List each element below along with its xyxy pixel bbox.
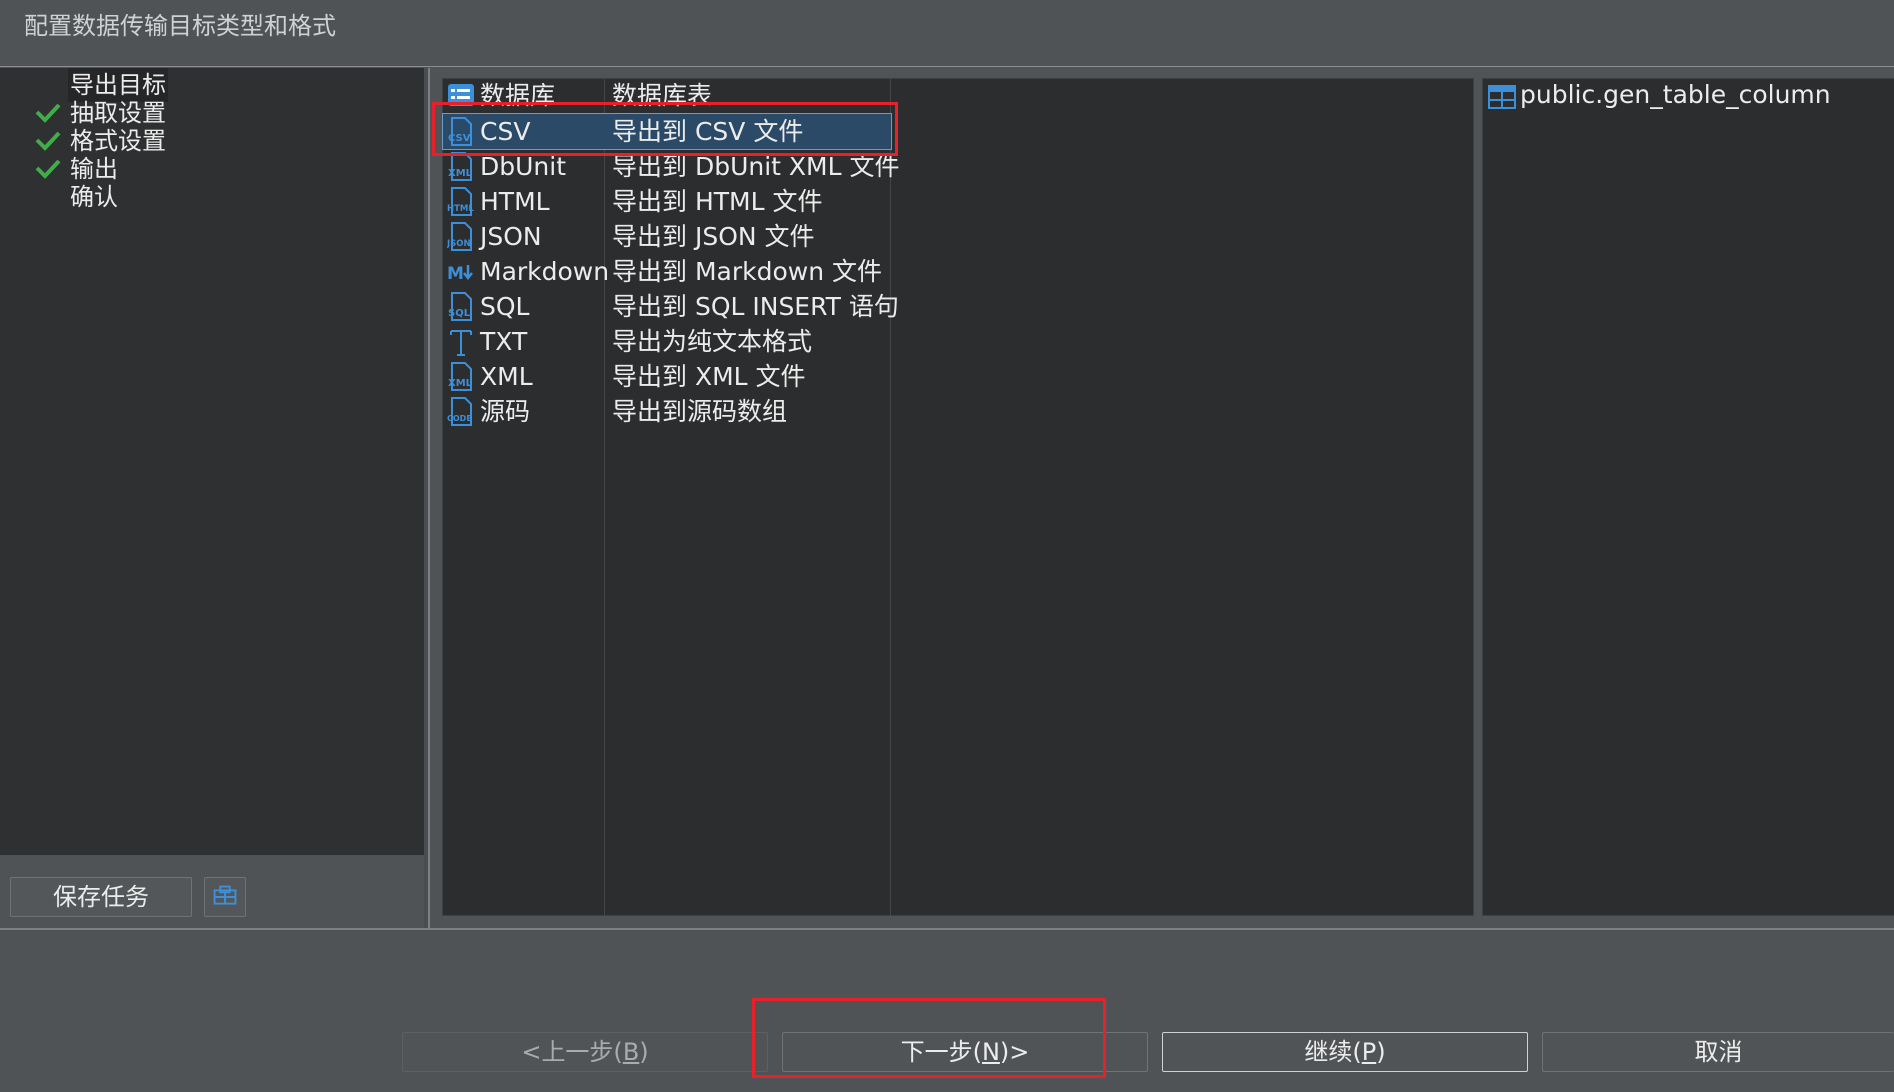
- text-icon: [450, 330, 472, 356]
- format-name: DbUnit: [480, 152, 567, 181]
- format-row-database[interactable]: 数据库 数据库表: [443, 78, 891, 113]
- format-description: 导出为纯文本格式: [612, 327, 813, 356]
- steps-panel: 导出目标 抽取设置 格式设置 输出 确认: [0, 68, 424, 855]
- format-row-source-code[interactable]: CODE 源码 导出到源码数组: [443, 394, 891, 429]
- format-row-sql[interactable]: SQL SQL 导出到 SQL INSERT 语句: [443, 289, 899, 324]
- next-button[interactable]: 下一步(N)>: [782, 1032, 1148, 1072]
- json-file-icon: JSON: [447, 222, 472, 251]
- format-name: JSON: [480, 222, 542, 251]
- svg-text:CSV: CSV: [448, 133, 471, 144]
- svg-text:SQL: SQL: [448, 308, 471, 319]
- format-description: 导出到 CSV 文件: [612, 117, 804, 146]
- format-row-dbunit[interactable]: XML DbUnit 导出到 DbUnit XML 文件: [443, 149, 899, 184]
- svg-text:M: M: [447, 264, 464, 284]
- xml-file-icon: XML: [448, 152, 473, 181]
- format-name: XML: [480, 362, 533, 391]
- format-description: 导出到源码数组: [612, 397, 788, 426]
- html-file-icon: HTML: [447, 187, 474, 216]
- step-confirm[interactable]: 确认: [0, 180, 420, 214]
- previous-button[interactable]: <上一步(B): [402, 1032, 768, 1072]
- checkmark-icon: [35, 103, 61, 123]
- format-row-markdown[interactable]: M Markdown 导出到 Markdown 文件: [443, 254, 891, 289]
- cancel-button[interactable]: 取消: [1542, 1032, 1894, 1072]
- format-description: 导出到 HTML 文件: [612, 187, 823, 216]
- footer-divider: [0, 928, 1894, 930]
- database-icon: [448, 84, 474, 106]
- svg-text:CODE: CODE: [447, 414, 472, 423]
- markdown-icon: M: [447, 264, 473, 284]
- task-config-button[interactable]: [204, 877, 246, 917]
- format-description: 导出到 XML 文件: [612, 362, 806, 391]
- save-task-button[interactable]: 保存任务: [10, 877, 192, 917]
- svg-text:HTML: HTML: [447, 204, 474, 214]
- format-row-json[interactable]: JSON JSON 导出到 JSON 文件: [443, 219, 891, 254]
- format-description: 数据库表: [612, 81, 713, 110]
- format-row-txt[interactable]: TXT 导出为纯文本格式: [443, 324, 891, 359]
- format-row-csv[interactable]: CSV CSV 导出到 CSV 文件: [442, 113, 892, 150]
- format-description: 导出到 DbUnit XML 文件: [612, 152, 900, 181]
- format-name: 数据库: [480, 81, 556, 110]
- svg-text:XML: XML: [448, 378, 473, 389]
- xml-file-icon: XML: [448, 362, 473, 391]
- dialog-title: 配置数据传输目标类型和格式: [24, 12, 336, 40]
- pane-divider-line: [428, 68, 430, 929]
- checkmark-icon: [35, 131, 61, 151]
- format-description: 导出到 JSON 文件: [612, 222, 815, 251]
- csv-file-icon: CSV: [448, 117, 472, 146]
- format-row-xml[interactable]: XML XML 导出到 XML 文件: [443, 359, 891, 394]
- format-name: SQL: [480, 292, 530, 321]
- continue-button[interactable]: 继续(P): [1162, 1032, 1528, 1072]
- format-name: 源码: [480, 397, 531, 426]
- svg-text:JSON: JSON: [447, 239, 471, 249]
- format-name: TXT: [480, 327, 528, 356]
- config-icon: [213, 885, 237, 905]
- format-name: Markdown: [480, 257, 610, 286]
- sql-file-icon: SQL: [448, 292, 472, 321]
- source-table-item[interactable]: public.gen_table_column: [1520, 80, 1831, 109]
- source-table-list: [1482, 78, 1894, 916]
- format-name: CSV: [480, 117, 531, 146]
- format-description: 导出到 SQL INSERT 语句: [612, 292, 899, 321]
- svg-text:XML: XML: [448, 168, 473, 179]
- format-name: HTML: [480, 187, 550, 216]
- checkmark-icon: [35, 159, 61, 179]
- table-icon: [1488, 85, 1516, 109]
- format-row-html[interactable]: HTML HTML 导出到 HTML 文件: [443, 184, 891, 219]
- dialog-header: 配置数据传输目标类型和格式: [0, 0, 1894, 67]
- format-description: 导出到 Markdown 文件: [612, 257, 882, 286]
- code-file-icon: CODE: [447, 397, 472, 426]
- step-label: 确认: [70, 183, 118, 211]
